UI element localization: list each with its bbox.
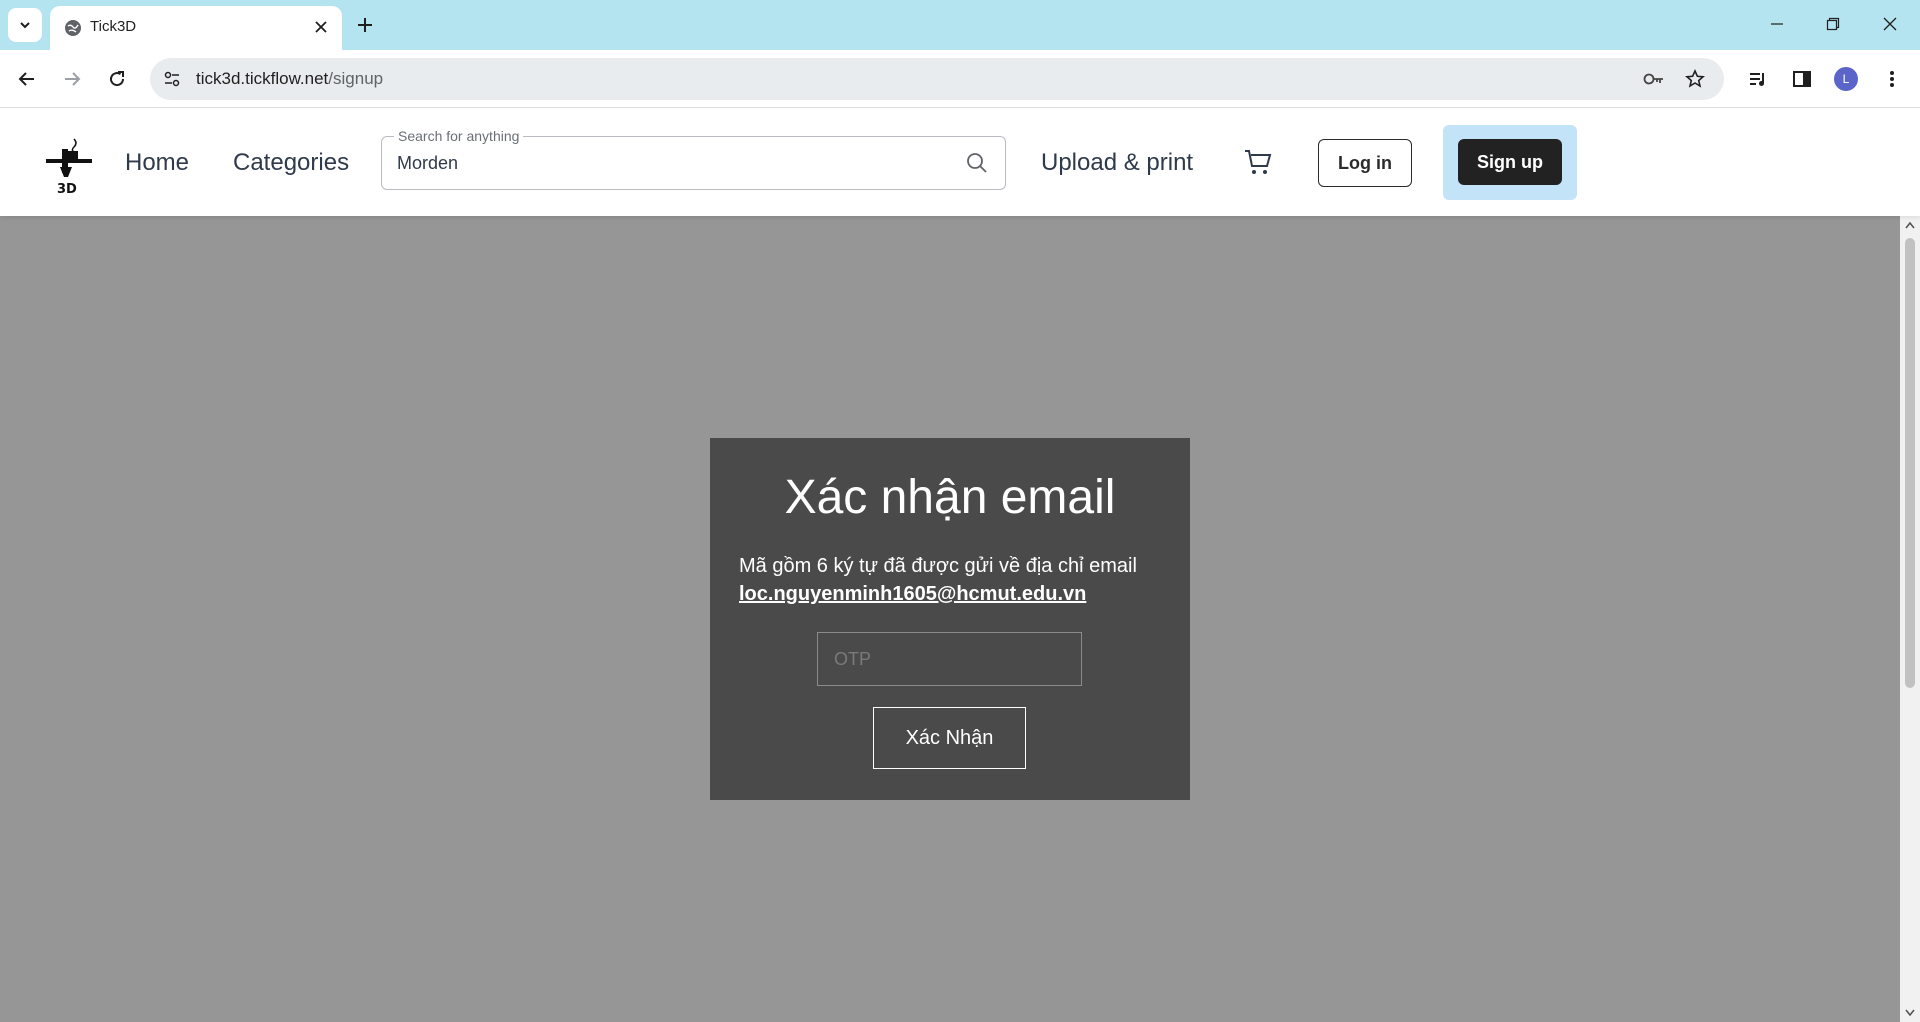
url-path: /signup [328,69,384,88]
browser-tab[interactable]: Tick3D [50,6,342,50]
signup-highlight: Sign up [1443,125,1577,200]
side-panel-icon[interactable] [1786,63,1818,95]
nav-home[interactable]: Home [125,149,189,177]
logo-text: 3D [57,182,77,195]
reload-button[interactable] [101,63,133,95]
restore-icon [1826,17,1840,31]
otp-input[interactable] [817,632,1082,686]
signup-button[interactable]: Sign up [1458,139,1562,185]
minimize-icon [1771,23,1783,25]
site-info-icon[interactable] [160,67,184,91]
chevron-down-icon [20,22,30,29]
globe-icon [65,20,81,36]
back-button[interactable] [11,63,43,95]
window-close-button[interactable] [1870,8,1910,40]
scroll-down-icon[interactable] [1904,1008,1916,1018]
search-icon[interactable] [965,151,989,175]
new-tab-button[interactable] [352,12,378,38]
browser-tabstrip: Tick3D [0,0,1920,50]
search-input[interactable]: Morden [397,153,458,174]
modal-email-link[interactable]: loc.nguyenminh1605@hcmut.edu.vn [739,583,1086,606]
nav-categories[interactable]: Categories [233,149,349,177]
nav-upload-print[interactable]: Upload & print [1041,149,1193,177]
scroll-up-icon[interactable] [1904,220,1916,230]
more-menu-icon[interactable] [1876,63,1908,95]
forward-button[interactable] [56,63,88,95]
close-icon [1883,17,1897,31]
arrow-left-icon [18,72,34,86]
tab-title: Tick3D [90,18,137,35]
email-verification-modal: Xác nhận email Mã gồm 6 ký tự đã được gử… [710,438,1190,800]
tab-search-button[interactable] [8,8,42,42]
minimize-button[interactable] [1757,8,1797,40]
scroll-thumb[interactable] [1905,238,1915,688]
browser-toolbar: tick3d.tickflow.net/signup L [0,50,1920,108]
url-text: tick3d.tickflow.net/signup [196,69,383,89]
reload-icon [110,71,125,87]
site-logo[interactable]: 3D [44,137,94,197]
modal-message: Mã gồm 6 ký tự đã được gửi về địa chỉ em… [739,555,1137,577]
modal-title: Xác nhận email [784,471,1116,524]
cart-icon[interactable] [1243,147,1273,177]
address-bar[interactable]: tick3d.tickflow.net/signup [150,58,1724,100]
bookmark-star-icon[interactable] [1683,67,1707,91]
search-legend: Search for anything [394,128,524,144]
search-field[interactable]: Search for anything Morden [381,128,1006,190]
close-icon[interactable] [310,16,332,38]
arrow-right-icon [65,72,81,86]
page-scrollbar[interactable] [1900,216,1920,1022]
site-header: 3D Home Categories Search for anything M… [0,109,1920,216]
media-controls-icon[interactable] [1742,63,1774,95]
url-host: tick3d.tickflow.net [196,69,329,88]
plus-icon [358,18,372,32]
profile-avatar[interactable]: L [1834,67,1858,91]
password-key-icon[interactable] [1642,67,1666,91]
confirm-button[interactable]: Xác Nhận [873,707,1026,769]
login-button[interactable]: Log in [1318,139,1412,187]
restore-button[interactable] [1813,8,1853,40]
